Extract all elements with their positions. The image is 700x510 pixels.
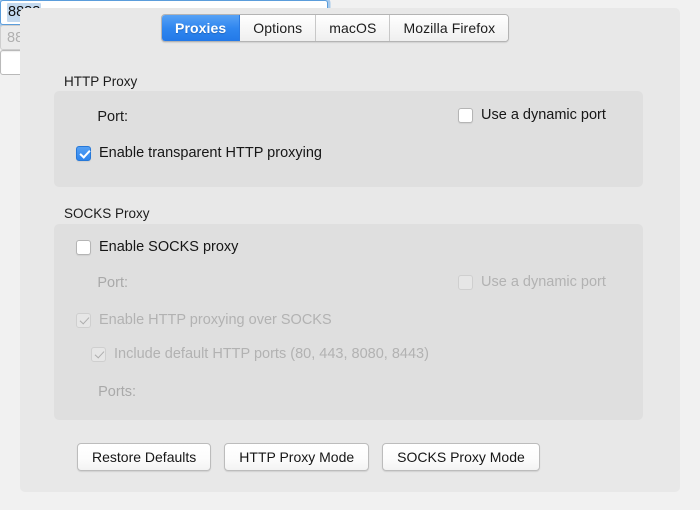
http-dynamic-port-checkbox[interactable] <box>458 107 473 123</box>
tab-bar: Proxies Options macOS Mozilla Firefox <box>161 14 510 42</box>
http-over-socks-label: Enable HTTP proxying over SOCKS <box>99 312 332 328</box>
preferences-window: Proxies Options macOS Mozilla Firefox HT… <box>0 0 700 510</box>
http-proxy-mode-label: HTTP Proxy Mode <box>239 449 355 465</box>
restore-defaults-button[interactable]: Restore Defaults <box>77 443 212 471</box>
tab-proxies[interactable]: Proxies <box>162 15 241 41</box>
http-port-label-wrap: Port: <box>72 104 128 129</box>
include-default-ports-checkbox-row[interactable]: Include default HTTP ports (80, 443, 808… <box>91 346 429 362</box>
tab-proxies-label: Proxies <box>175 20 227 36</box>
restore-defaults-label: Restore Defaults <box>92 449 197 465</box>
socks-port-label: Port: <box>97 274 128 291</box>
http-over-socks-checkbox-row[interactable]: Enable HTTP proxying over SOCKS <box>76 312 332 328</box>
enable-socks-proxy-checkbox-row[interactable]: Enable SOCKS proxy <box>76 239 238 255</box>
http-port-label: Port: <box>97 108 128 125</box>
socks-dynamic-port-label: Use a dynamic port <box>481 274 606 290</box>
socks-proxy-section-title: SOCKS Proxy <box>64 206 150 221</box>
http-proxy-section-title: HTTP Proxy <box>64 74 138 89</box>
tab-options[interactable]: Options <box>240 15 317 41</box>
socks-ports-label: Ports: <box>98 383 136 400</box>
socks-dynamic-port-checkbox[interactable] <box>458 274 473 290</box>
enable-socks-proxy-checkbox[interactable] <box>76 239 91 255</box>
socks-dynamic-port-checkbox-row[interactable]: Use a dynamic port <box>458 274 606 290</box>
socks-proxy-mode-label: SOCKS Proxy Mode <box>397 449 525 465</box>
http-proxy-mode-button[interactable]: HTTP Proxy Mode <box>224 443 370 471</box>
transparent-proxying-checkbox-row[interactable]: Enable transparent HTTP proxying <box>76 145 322 161</box>
socks-port-label-wrap: Port: <box>72 270 128 295</box>
http-proxy-group <box>54 91 643 187</box>
http-dynamic-port-checkbox-row[interactable]: Use a dynamic port <box>458 107 606 123</box>
button-row: Restore Defaults HTTP Proxy Mode SOCKS P… <box>77 443 540 471</box>
include-default-ports-checkbox[interactable] <box>91 346 106 362</box>
http-dynamic-port-label: Use a dynamic port <box>481 107 606 123</box>
tab-mozilla-firefox[interactable]: Mozilla Firefox <box>390 15 509 41</box>
tab-options-label: Options <box>253 20 303 36</box>
socks-ports-label-wrap: Ports: <box>72 379 136 404</box>
enable-socks-proxy-label: Enable SOCKS proxy <box>99 239 239 255</box>
transparent-proxying-label: Enable transparent HTTP proxying <box>99 145 322 161</box>
transparent-proxying-checkbox[interactable] <box>76 145 91 161</box>
socks-proxy-mode-button[interactable]: SOCKS Proxy Mode <box>382 443 540 471</box>
include-default-ports-label: Include default HTTP ports (80, 443, 808… <box>114 346 429 362</box>
tab-mozilla-firefox-label: Mozilla Firefox <box>403 20 496 36</box>
tab-macos-label: macOS <box>329 20 377 36</box>
http-over-socks-checkbox[interactable] <box>76 312 91 328</box>
tab-macos[interactable]: macOS <box>316 15 391 41</box>
